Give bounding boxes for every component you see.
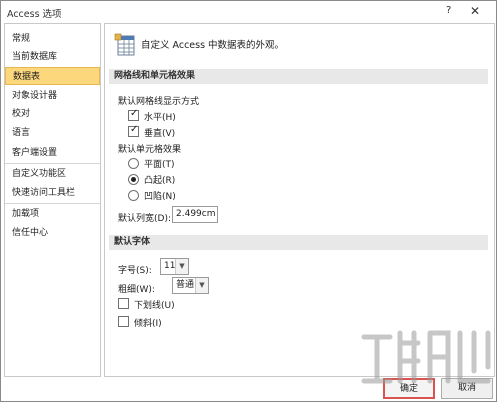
sidebar: 常规 当前数据库 数据表 对象设计器 校对 语言 客户端设置 自定义功能区 快速… <box>4 23 101 377</box>
underline-checkbox[interactable] <box>118 298 129 309</box>
section-gridlines-header: 网格线和单元格效果 <box>109 69 488 84</box>
sidebar-item-language[interactable]: 语言 <box>5 124 100 142</box>
column-width-input[interactable]: 2.499cm <box>172 206 218 223</box>
sidebar-item-client-settings[interactable]: 客户端设置 <box>5 144 100 162</box>
vertical-checkbox[interactable]: ✓ <box>128 124 139 137</box>
font-weight-select[interactable]: 普通 ▼ <box>172 277 209 294</box>
close-button[interactable]: ✕ <box>464 3 486 19</box>
vertical-label[interactable]: 垂直(V) <box>144 126 175 139</box>
sidebar-item-quick-access-toolbar[interactable]: 快速访问工具栏 <box>5 184 100 202</box>
radio-dot-icon <box>131 177 136 182</box>
check-icon: ✓ <box>130 108 139 119</box>
flat-radio[interactable] <box>128 158 139 169</box>
sidebar-item-trust-center[interactable]: 信任中心 <box>5 224 100 242</box>
font-size-select[interactable]: 11 ▼ <box>160 258 189 275</box>
panel-description: 自定义 Access 中数据表的外观。 <box>141 40 285 51</box>
gridlines-label: 默认网格线显示方式 <box>118 97 200 107</box>
chevron-down-icon[interactable]: ▼ <box>175 259 188 274</box>
cancel-button[interactable]: 取消 <box>441 378 493 399</box>
italic-label[interactable]: 倾斜(I) <box>134 316 162 329</box>
font-weight-label: 粗细(W): <box>118 285 155 295</box>
horizontal-checkbox[interactable]: ✓ <box>128 108 139 121</box>
datasheet-icon <box>114 33 135 56</box>
window-title: Access 选项 <box>7 9 62 20</box>
sidebar-item-datasheet[interactable]: 数据表 <box>5 67 100 85</box>
cell-effect-label: 默认单元格效果 <box>118 145 182 155</box>
sidebar-divider <box>5 163 100 164</box>
horizontal-label[interactable]: 水平(H) <box>144 110 176 123</box>
sidebar-item-general[interactable]: 常规 <box>5 30 100 48</box>
font-weight-value: 普通 <box>176 280 195 290</box>
raised-label[interactable]: 凸起(R) <box>144 173 175 186</box>
sidebar-item-current-database[interactable]: 当前数据库 <box>5 48 100 66</box>
flat-label[interactable]: 平面(T) <box>144 157 175 170</box>
sidebar-item-customize-ribbon[interactable]: 自定义功能区 <box>5 165 100 183</box>
sunken-label[interactable]: 凹陷(N) <box>144 189 176 202</box>
sidebar-divider <box>5 203 100 204</box>
italic-checkbox[interactable] <box>118 316 129 327</box>
sidebar-item-object-designers[interactable]: 对象设计器 <box>5 87 100 105</box>
sunken-radio[interactable] <box>128 190 139 201</box>
title-bar: Access 选项 ? ✕ <box>1 1 496 23</box>
ok-button[interactable]: 确定 <box>383 378 435 399</box>
sidebar-item-add-ins[interactable]: 加载项 <box>5 205 100 223</box>
datasheet-settings-panel: 自定义 Access 中数据表的外观。 网格线和单元格效果 默认网格线显示方式 … <box>104 23 495 377</box>
column-width-label: 默认列宽(D): <box>118 214 171 224</box>
help-button[interactable]: ? <box>446 5 451 16</box>
font-size-value: 11 <box>164 261 176 271</box>
access-options-dialog: Access 选项 ? ✕ 常规 当前数据库 数据表 对象设计器 校对 语言 客… <box>0 0 497 402</box>
check-icon: ✓ <box>130 124 139 135</box>
underline-label[interactable]: 下划线(U) <box>134 298 175 311</box>
font-size-label: 字号(S): <box>118 266 152 276</box>
sidebar-item-proofing[interactable]: 校对 <box>5 105 100 123</box>
chevron-down-icon[interactable]: ▼ <box>195 278 208 293</box>
section-font-header: 默认字体 <box>109 235 488 250</box>
raised-radio[interactable] <box>128 174 139 185</box>
